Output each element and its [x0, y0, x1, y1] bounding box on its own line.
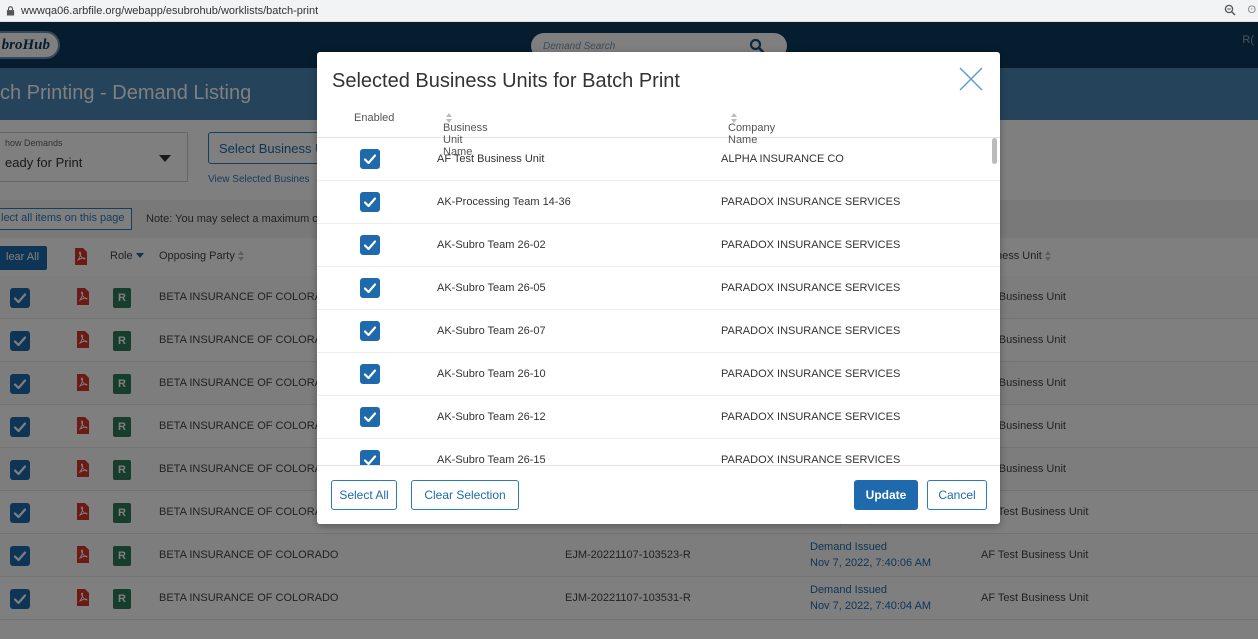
business-unit-row: AK-Subro Team 26-02 PARADOX INSURANCE SER…: [317, 224, 1000, 267]
enabled-checkbox[interactable]: [360, 235, 380, 255]
browser-url[interactable]: wwwqa06.arbfile.org/webapp/esubrohub/wor…: [21, 5, 318, 17]
modal-title: Selected Business Units for Batch Print: [332, 70, 680, 92]
cancel-button[interactable]: Cancel: [927, 480, 987, 510]
business-unit-row: AF Test Business Unit ALPHA INSURANCE CO: [317, 138, 1000, 181]
checkbox-checked-icon: [363, 326, 377, 337]
business-unit-row: AK-Subro Team 26-10 PARADOX INSURANCE SER…: [317, 353, 1000, 396]
company-name-cell: PARADOX INSURANCE SERVICES: [721, 282, 901, 294]
company-name-column-header[interactable]: Company Name: [728, 112, 775, 146]
enabled-checkbox[interactable]: [360, 278, 380, 298]
business-unit-row: AK-Subro Team 26-15 PARADOX INSURANCE SER…: [317, 439, 1000, 465]
modal-table-body[interactable]: AF Test Business Unit ALPHA INSURANCE CO A…: [317, 138, 1000, 465]
enabled-checkbox[interactable]: [360, 364, 380, 384]
company-name-cell: PARADOX INSURANCE SERVICES: [721, 411, 901, 423]
enabled-checkbox[interactable]: [360, 450, 380, 465]
business-unit-name-cell: AK-Processing Team 14-36: [437, 196, 571, 208]
company-name-cell: PARADOX INSURANCE SERVICES: [721, 454, 901, 465]
business-unit-name-cell: AK-Subro Team 26-12: [437, 411, 546, 423]
enabled-checkbox[interactable]: [360, 149, 380, 169]
checkbox-checked-icon: [363, 283, 377, 294]
checkbox-checked-icon: [363, 197, 377, 208]
checkbox-checked-icon: [363, 455, 377, 465]
batch-print-business-units-modal: Selected Business Units for Batch Print …: [317, 52, 1000, 524]
company-name-cell: PARADOX INSURANCE SERVICES: [721, 239, 901, 251]
close-icon[interactable]: [958, 66, 984, 92]
modal-table-header: Enabled Business Unit Name Company Name: [317, 102, 1000, 158]
browser-address-bar: wwwqa06.arbfile.org/webapp/esubrohub/wor…: [0, 0, 1258, 22]
checkbox-checked-icon: [363, 412, 377, 423]
company-name-cell: PARADOX INSURANCE SERVICES: [721, 196, 901, 208]
enabled-checkbox[interactable]: [360, 192, 380, 212]
business-unit-name-cell: AK-Subro Team 26-10: [437, 368, 546, 380]
business-unit-name-cell: AK-Subro Team 26-15: [437, 454, 546, 465]
update-button[interactable]: Update: [854, 480, 918, 510]
business-unit-row: AK-Subro Team 26-12 PARADOX INSURANCE SER…: [317, 396, 1000, 439]
business-unit-name-column-header[interactable]: Business Unit Name: [443, 112, 488, 158]
business-unit-name-cell: AK-Subro Team 26-05: [437, 282, 546, 294]
company-name-cell: PARADOX INSURANCE SERVICES: [721, 325, 901, 337]
company-name-cell: PARADOX INSURANCE SERVICES: [721, 368, 901, 380]
business-unit-name-cell: AF Test Business Unit: [437, 153, 545, 165]
checkbox-checked-icon: [363, 154, 377, 165]
business-unit-name-cell: AK-Subro Team 26-02: [437, 239, 546, 251]
business-unit-row: AK-Subro Team 26-05 PARADOX INSURANCE SER…: [317, 267, 1000, 310]
enabled-checkbox[interactable]: [360, 407, 380, 427]
enabled-column-header: Enabled: [354, 112, 395, 124]
zoom-icon[interactable]: [1224, 4, 1236, 16]
company-name-cell: ALPHA INSURANCE CO: [721, 153, 844, 165]
browser-extension-icon[interactable]: ʘ: [1247, 4, 1256, 16]
checkbox-checked-icon: [363, 369, 377, 380]
business-unit-row: AK-Processing Team 14-36 PARADOX INSURANC…: [317, 181, 1000, 224]
lock-icon: [6, 5, 15, 15]
select-all-button[interactable]: Select All: [331, 480, 397, 510]
business-unit-name-cell: AK-Subro Team 26-07: [437, 325, 546, 337]
business-unit-row: AK-Subro Team 26-07 PARADOX INSURANCE SER…: [317, 310, 1000, 353]
modal-scrollbar-thumb[interactable]: [992, 138, 997, 164]
enabled-checkbox[interactable]: [360, 321, 380, 341]
clear-selection-button[interactable]: Clear Selection: [411, 480, 519, 510]
modal-footer: Select All Clear Selection Update Cancel: [317, 465, 1000, 524]
checkbox-checked-icon: [363, 240, 377, 251]
